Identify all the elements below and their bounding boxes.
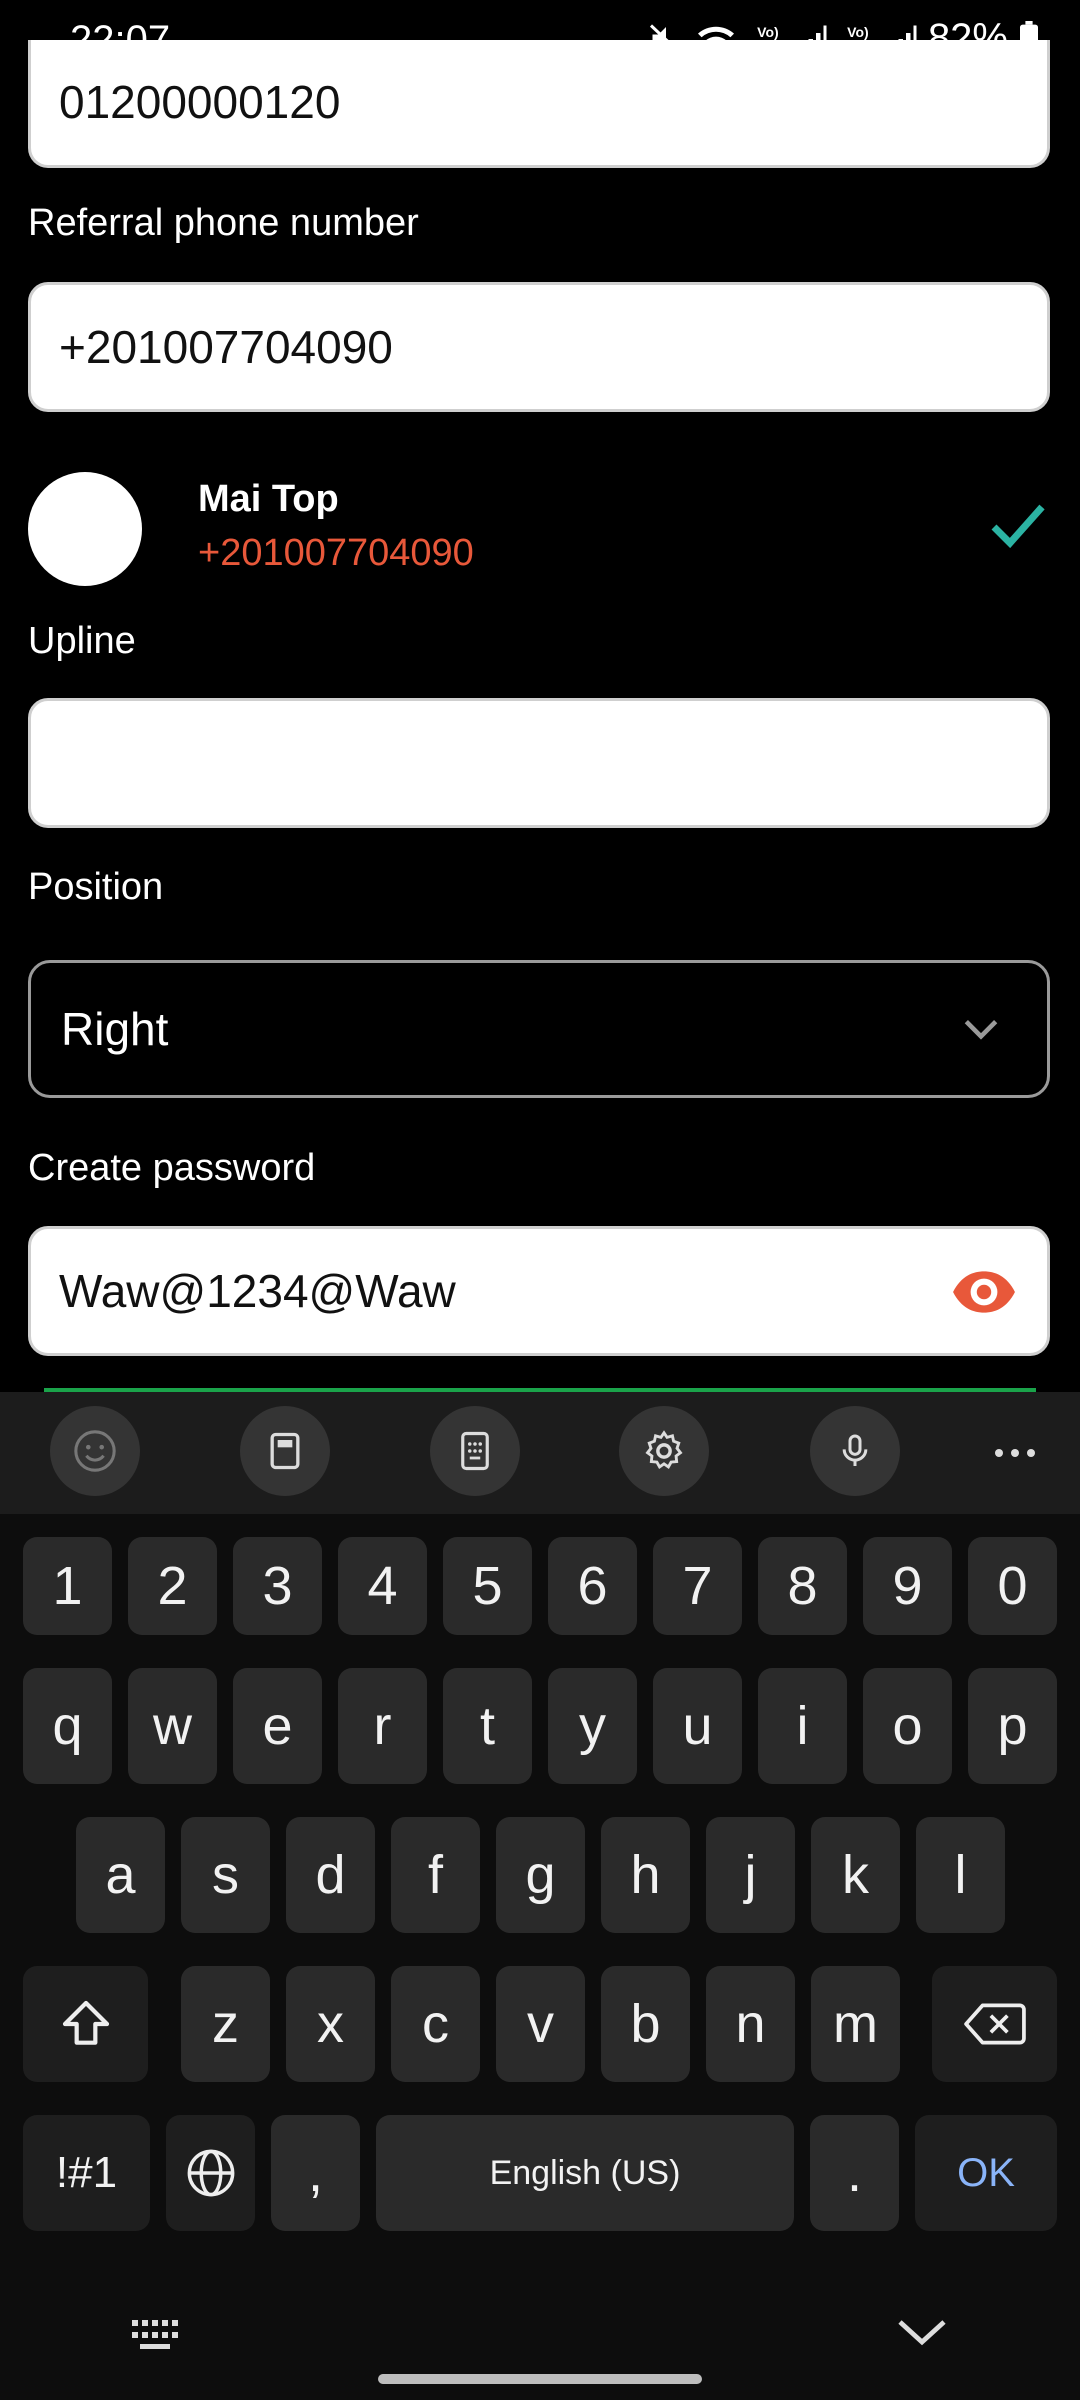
key-f[interactable]: f	[391, 1817, 480, 1933]
home-indicator[interactable]	[378, 2374, 702, 2384]
position-value: Right	[61, 1003, 169, 1055]
key-4[interactable]: 4	[338, 1537, 427, 1635]
period-key[interactable]: .	[810, 2115, 899, 2231]
password-label: Create password	[28, 1147, 316, 1189]
key-0[interactable]: 0	[968, 1537, 1057, 1635]
password-value: Waw@1234@Waw	[59, 1265, 456, 1317]
shift-key[interactable]	[23, 1966, 148, 2082]
eye-icon[interactable]	[951, 1264, 1017, 1320]
password-field[interactable]: Waw@1234@Waw	[28, 1226, 1050, 1356]
key-a[interactable]: a	[76, 1817, 165, 1933]
key-j[interactable]: j	[706, 1817, 795, 1933]
language-key[interactable]	[166, 2115, 255, 2231]
keyboard-toolbar	[0, 1392, 1080, 1514]
key-m[interactable]: m	[811, 1966, 900, 2082]
hide-keyboard-icon[interactable]	[896, 2312, 948, 2352]
key-5[interactable]: 5	[443, 1537, 532, 1635]
comma-key[interactable]: ,	[271, 2115, 360, 2231]
microphone-icon	[842, 1434, 868, 1466]
key-8[interactable]: 8	[758, 1537, 847, 1635]
key-n[interactable]: n	[706, 1966, 795, 2082]
avatar	[28, 472, 142, 586]
phone-field[interactable]: 01200000120	[28, 40, 1050, 168]
clipboard-button[interactable]	[240, 1406, 330, 1496]
keypad-icon	[461, 1431, 489, 1471]
emoji-button[interactable]	[50, 1406, 140, 1496]
backspace-icon	[963, 2003, 1026, 2045]
key-s[interactable]: s	[181, 1817, 270, 1933]
key-l[interactable]: l	[916, 1817, 1005, 1933]
referral-phone-value: +201007704090	[59, 321, 393, 373]
phone-field-value: 01200000120	[59, 76, 341, 128]
keyboard-switch-icon[interactable]	[130, 2318, 186, 2352]
shift-icon	[62, 2000, 109, 2045]
position-dropdown[interactable]: Right	[28, 960, 1050, 1098]
key-k[interactable]: k	[811, 1817, 900, 1933]
gear-icon	[645, 1430, 683, 1469]
referral-user-name: Mai Top	[198, 478, 339, 520]
key-x[interactable]: x	[286, 1966, 375, 2082]
key-y[interactable]: y	[548, 1668, 637, 1784]
backspace-key[interactable]	[932, 1966, 1057, 2082]
key-b[interactable]: b	[601, 1966, 690, 2082]
check-icon	[991, 504, 1045, 548]
referral-label: Referral phone number	[28, 202, 419, 244]
key-6[interactable]: 6	[548, 1537, 637, 1635]
emoji-icon	[74, 1430, 116, 1472]
key-q[interactable]: q	[23, 1668, 112, 1784]
referral-phone-field[interactable]: +201007704090	[28, 282, 1050, 412]
key-9[interactable]: 9	[863, 1537, 952, 1635]
globe-icon	[187, 2149, 234, 2197]
key-e[interactable]: e	[233, 1668, 322, 1784]
clipboard-icon	[270, 1432, 300, 1470]
symbols-key[interactable]: !#1	[23, 2115, 150, 2231]
key-u[interactable]: u	[653, 1668, 742, 1784]
ok-key[interactable]: OK	[915, 2115, 1057, 2231]
upline-field[interactable]	[28, 698, 1050, 828]
keyboard-layout-button[interactable]	[430, 1406, 520, 1496]
chevron-down-icon	[964, 1020, 998, 1040]
key-w[interactable]: w	[128, 1668, 217, 1784]
more-icon	[995, 1449, 1035, 1457]
key-h[interactable]: h	[601, 1817, 690, 1933]
key-t[interactable]: t	[443, 1668, 532, 1784]
key-3[interactable]: 3	[233, 1537, 322, 1635]
more-options-button[interactable]	[985, 1418, 1045, 1488]
upline-label: Upline	[28, 620, 136, 662]
key-c[interactable]: c	[391, 1966, 480, 2082]
key-o[interactable]: o	[863, 1668, 952, 1784]
position-label: Position	[28, 866, 164, 908]
voice-input-button[interactable]	[810, 1406, 900, 1496]
key-d[interactable]: d	[286, 1817, 375, 1933]
key-z[interactable]: z	[181, 1966, 270, 2082]
key-v[interactable]: v	[496, 1966, 585, 2082]
key-7[interactable]: 7	[653, 1537, 742, 1635]
settings-button[interactable]	[619, 1406, 709, 1496]
key-1[interactable]: 1	[23, 1537, 112, 1635]
referral-user-phone: +201007704090	[198, 532, 474, 574]
space-bar[interactable]: English (US)	[376, 2115, 794, 2231]
key-g[interactable]: g	[496, 1817, 585, 1933]
key-p[interactable]: p	[968, 1668, 1057, 1784]
key-i[interactable]: i	[758, 1668, 847, 1784]
key-r[interactable]: r	[338, 1668, 427, 1784]
key-2[interactable]: 2	[128, 1537, 217, 1635]
